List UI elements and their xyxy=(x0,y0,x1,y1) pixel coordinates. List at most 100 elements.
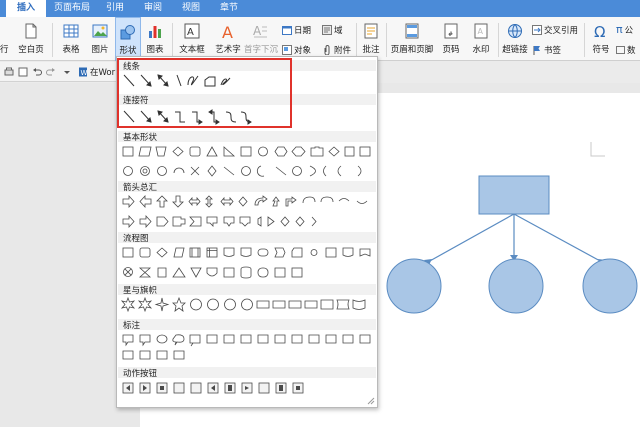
object-icon xyxy=(282,44,292,55)
basic-shapes-grid[interactable] xyxy=(121,145,375,179)
comment-label: 批注 xyxy=(362,45,380,55)
partial-button[interactable]: 行 xyxy=(0,17,14,61)
header-footer-button[interactable]: 页眉和页脚 xyxy=(388,17,436,61)
header-footer-label: 页眉和页脚 xyxy=(390,45,434,55)
diagram-left-circle[interactable] xyxy=(386,258,442,314)
chart-button[interactable]: 图表 xyxy=(142,17,168,61)
hyperlink-button[interactable]: 超链接 xyxy=(500,17,530,61)
textbox-label: 文本框 xyxy=(179,45,205,55)
field-label: 域 xyxy=(334,25,343,36)
preview-icon[interactable] xyxy=(18,67,28,77)
undo-icon[interactable] xyxy=(32,67,42,77)
star-shapes-row[interactable] xyxy=(121,297,375,313)
bookmark-button[interactable]: 书签 xyxy=(532,43,561,56)
omega-icon: Ω xyxy=(594,23,605,39)
watermark-button[interactable]: A 水印 xyxy=(466,17,496,61)
ribbon-separator xyxy=(386,23,387,57)
crossref-icon xyxy=(532,24,542,35)
crossref-button[interactable]: 交叉引用 xyxy=(532,23,578,36)
attachment-button[interactable]: 附件 xyxy=(322,43,351,56)
dropdown-arrow-icon[interactable] xyxy=(62,67,72,77)
svg-text:A: A xyxy=(478,27,484,36)
wordart-button[interactable]: A 艺术字 xyxy=(212,17,244,61)
number-button[interactable]: 数 xyxy=(616,43,636,56)
category-title-stars: 星与旗帜 xyxy=(123,286,158,296)
shape-button[interactable]: 形状 xyxy=(115,17,141,61)
number-label: 数 xyxy=(627,45,636,56)
arrow-shapes-grid[interactable] xyxy=(121,195,375,229)
action-button-shapes-row[interactable] xyxy=(121,382,321,396)
picture-icon xyxy=(92,24,108,38)
tab-section[interactable]: 章节 xyxy=(214,0,244,17)
crossref-label: 交叉引用 xyxy=(544,25,579,36)
dropcap-icon: A xyxy=(253,24,267,38)
partial-label: 行 xyxy=(0,45,9,55)
category-title-flowchart: 流程图 xyxy=(123,234,149,244)
document-icon: W xyxy=(79,67,88,77)
tab-review[interactable]: 审阅 xyxy=(138,0,168,17)
redo-icon[interactable] xyxy=(46,67,56,77)
corner-mark xyxy=(590,142,605,157)
watermark-icon: A xyxy=(474,23,488,39)
blank-page-label: 空白页 xyxy=(18,45,44,55)
diagram-middle-circle[interactable] xyxy=(488,258,544,314)
resize-grip-icon[interactable] xyxy=(367,397,375,405)
formula-button[interactable]: π 公 xyxy=(616,23,633,36)
flowchart-shapes-grid[interactable] xyxy=(121,246,375,280)
wordart-icon: A xyxy=(222,23,233,39)
diagram-right-circle[interactable] xyxy=(582,258,638,314)
category-title-arrows: 箭头总汇 xyxy=(123,183,158,193)
chart-label: 图表 xyxy=(146,45,164,55)
paperclip-icon xyxy=(324,44,330,55)
bookmark-flag-icon xyxy=(533,45,540,55)
symbol-label: 符号 xyxy=(592,45,610,55)
connector-left xyxy=(427,213,515,263)
ribbon: 行 空白页 表格 图片 形状 图表 A 文本框 A 艺术字 A 首字下沉 日期 … xyxy=(0,17,640,61)
quick-toolbar: W 在Wor xyxy=(0,62,122,82)
comment-button[interactable]: 批注 xyxy=(358,17,384,61)
svg-text:Ω: Ω xyxy=(594,23,605,39)
blank-page-icon xyxy=(25,23,37,39)
ribbon-separator xyxy=(584,23,585,57)
hyperlink-label: 超链接 xyxy=(502,45,528,55)
category-header xyxy=(118,319,376,330)
field-button[interactable]: 域 xyxy=(322,23,343,36)
category-title-action-buttons: 动作按钮 xyxy=(123,369,158,379)
object-button[interactable]: 对象 xyxy=(282,43,311,56)
picture-label: 图片 xyxy=(91,45,109,55)
symbol-button[interactable]: Ω 符号 xyxy=(586,17,616,61)
blank-page-button[interactable]: 空白页 xyxy=(14,17,48,61)
object-label: 对象 xyxy=(294,45,312,56)
tab-view[interactable]: 视图 xyxy=(176,0,206,17)
dropcap-button[interactable]: A 首字下沉 xyxy=(244,17,278,61)
header-footer-icon xyxy=(405,23,419,39)
tab-page-layout[interactable]: 页面布局 xyxy=(50,0,94,17)
page-number-label: 页码 xyxy=(442,45,460,55)
tree-diagram[interactable] xyxy=(380,169,640,329)
callout-shapes-grid[interactable] xyxy=(121,333,375,363)
shape-label: 形状 xyxy=(119,46,137,56)
globe-icon xyxy=(508,24,522,38)
date-button[interactable]: 日期 xyxy=(282,23,311,36)
table-icon xyxy=(63,24,79,38)
comment-icon xyxy=(364,23,378,39)
tab-insert[interactable]: 插入 xyxy=(6,0,46,17)
svg-text:#: # xyxy=(448,31,453,38)
shape-icon xyxy=(120,25,135,40)
diagram-root-rect[interactable] xyxy=(478,175,550,215)
highlight-frame xyxy=(117,58,292,128)
attachment-label: 附件 xyxy=(334,45,352,56)
picture-button[interactable]: 图片 xyxy=(86,17,114,61)
page-number-button[interactable]: # 页码 xyxy=(436,17,466,61)
print-icon[interactable] xyxy=(4,67,14,77)
page-number-icon: # xyxy=(444,23,458,39)
category-title-callouts: 标注 xyxy=(123,321,141,331)
document-tab-label[interactable]: 在Wor xyxy=(90,66,115,78)
number-box-icon xyxy=(616,45,625,54)
tab-references[interactable]: 引用 xyxy=(100,0,130,17)
table-button[interactable]: 表格 xyxy=(56,17,86,61)
textbox-icon: A xyxy=(184,23,200,39)
table-label: 表格 xyxy=(62,45,80,55)
svg-text:A: A xyxy=(222,23,233,39)
textbox-button[interactable]: A 文本框 xyxy=(174,17,210,61)
